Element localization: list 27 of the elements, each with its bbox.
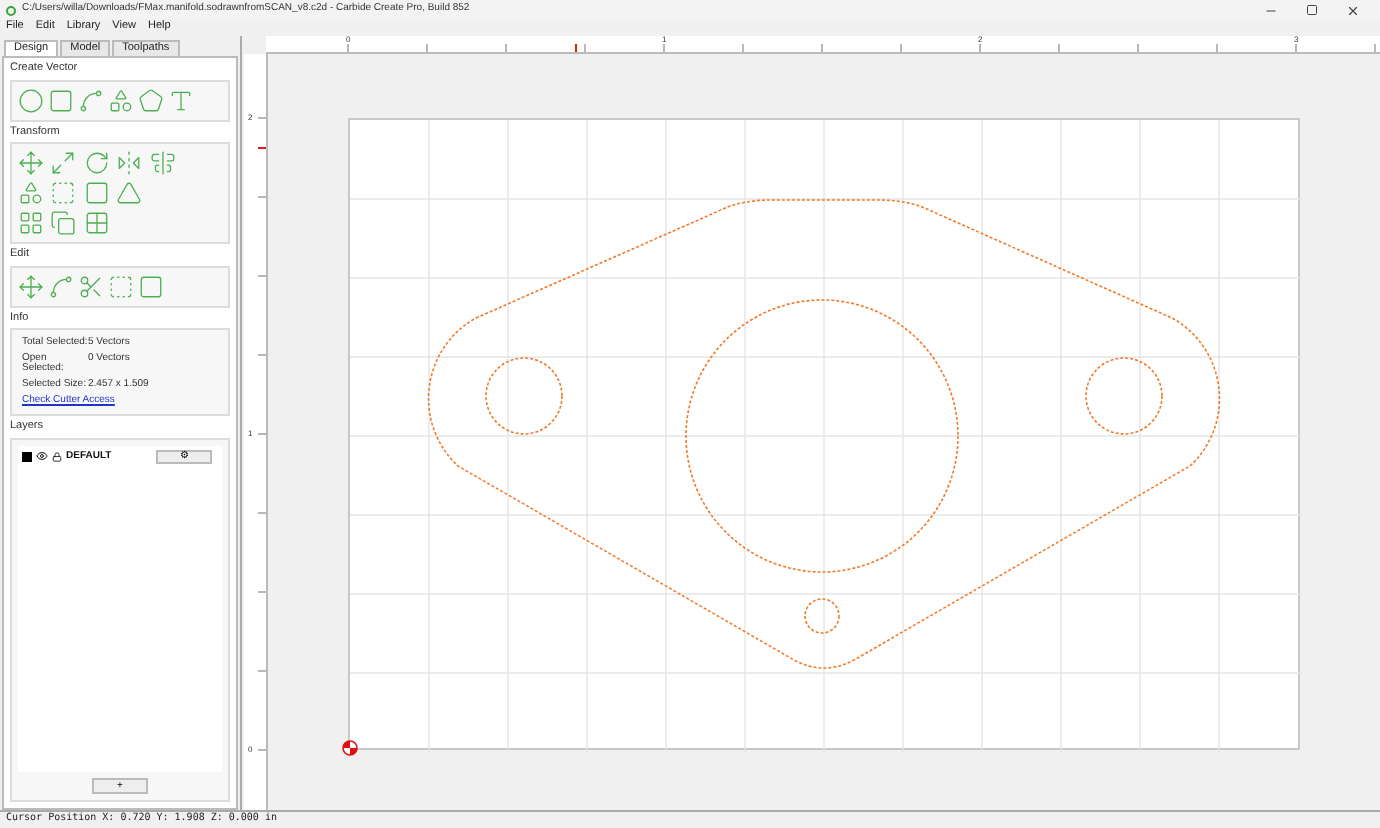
curve-icon[interactable] (48, 273, 74, 299)
resize-icon[interactable] (50, 150, 77, 176)
eye-icon[interactable] (36, 450, 48, 462)
curve-icon[interactable] (78, 87, 104, 113)
bolt-hole[interactable] (485, 357, 563, 435)
mirror-icon[interactable] (116, 150, 143, 176)
bolt-hole[interactable] (1085, 357, 1163, 435)
triangle-icon[interactable] (116, 180, 143, 206)
close-icon[interactable] (1346, 3, 1360, 17)
maximize-icon[interactable] (1306, 4, 1318, 16)
rotate-icon[interactable] (83, 150, 110, 176)
pentagon-icon[interactable] (138, 87, 164, 113)
bounding-box-icon[interactable] (108, 273, 134, 299)
square-icon[interactable] (83, 180, 110, 206)
layer-color-swatch[interactable] (22, 451, 32, 461)
trim-icon[interactable] (78, 273, 104, 299)
small-hole[interactable] (804, 598, 840, 634)
align-icon[interactable] (149, 150, 176, 176)
lock-icon[interactable] (52, 451, 62, 461)
rectangle-icon[interactable] (48, 87, 74, 113)
circle-icon[interactable] (18, 87, 44, 113)
grid-icon[interactable] (83, 210, 110, 236)
move-icon[interactable] (18, 150, 44, 176)
copy-icon[interactable] (50, 210, 77, 236)
text-icon[interactable] (168, 87, 194, 113)
app-logo-icon (6, 5, 16, 15)
shape-icon[interactable] (108, 87, 134, 113)
